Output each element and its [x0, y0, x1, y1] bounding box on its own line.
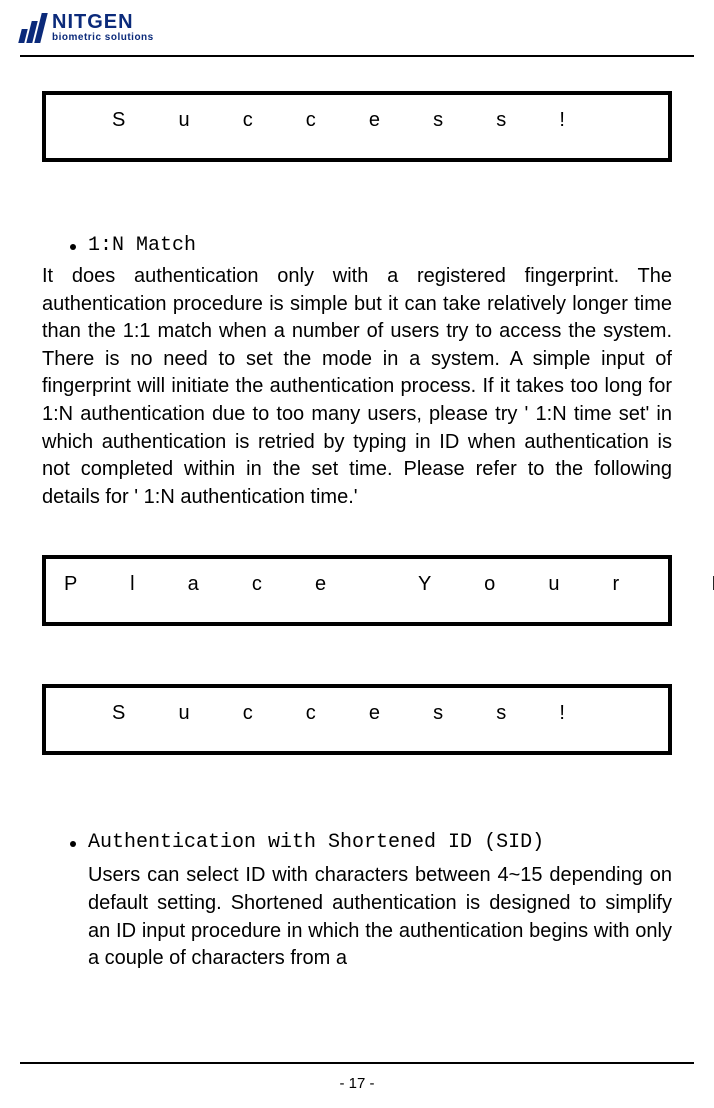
page-number: - 17 - [0, 1075, 714, 1092]
bullet-icon [70, 841, 76, 847]
section-title-1n-match: 1:N Match [88, 234, 196, 257]
header: NITGEN biometric solutions [0, 12, 714, 51]
footer-divider [20, 1062, 694, 1064]
bullet-sid: Authentication with Shortened ID (SID) [42, 831, 672, 854]
brand-block: NITGEN biometric solutions [52, 12, 154, 43]
lcd-display-success-1: S u c c e s s ! [42, 91, 672, 162]
section-title-sid: Authentication with Shortened ID (SID) [88, 831, 544, 854]
paragraph-sid: Users can select ID with characters betw… [42, 862, 672, 972]
paragraph-1n-match: It does authentication only with a regis… [42, 263, 672, 511]
brand-tagline: biometric solutions [52, 33, 154, 43]
brand-name: NITGEN [52, 12, 154, 32]
lcd-display-success-2: S u c c e s s ! [42, 684, 672, 755]
bullet-1n-match: 1:N Match [42, 234, 672, 257]
bullet-icon [70, 244, 76, 250]
lcd-display-place-fp: P l a c e Y o u r F P [42, 555, 672, 626]
logo-icon [20, 13, 44, 43]
content-area: S u c c e s s ! 1:N Match It does authen… [0, 57, 714, 973]
